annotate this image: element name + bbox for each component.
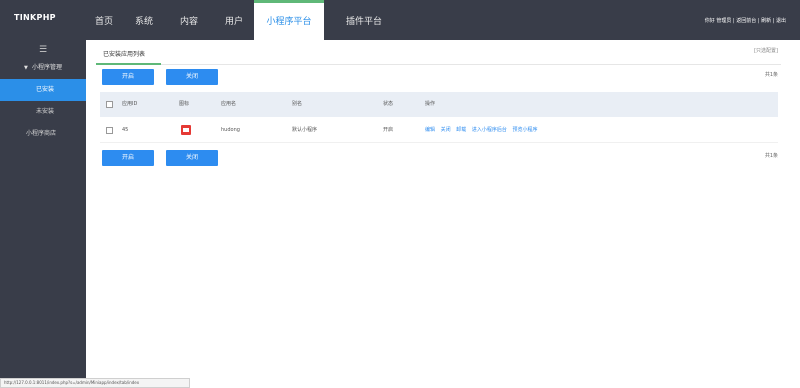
- enable-button[interactable]: 开启: [102, 69, 154, 85]
- tab-divider: [96, 64, 781, 65]
- back-to-frontend-link[interactable]: 返回前台: [736, 18, 756, 24]
- row-alias: 默认小程序: [292, 127, 318, 133]
- row-app-name: hudong: [221, 127, 240, 133]
- sidebar-group-miniapp-manage[interactable]: ▼ 小程序管理: [0, 57, 86, 79]
- nav-item-users[interactable]: 用户: [214, 0, 254, 40]
- filter-link[interactable]: [只选配置]: [754, 47, 778, 54]
- row-actions: 编辑 关闭 卸载 进入小程序后台 预览小程序: [425, 118, 541, 143]
- col-alias: 别名: [292, 101, 303, 107]
- caret-down-icon: ▼: [24, 65, 28, 71]
- row-app-id: 45: [122, 127, 129, 133]
- tab-active-underline: [96, 63, 161, 65]
- total-count-bottom: 共1条: [764, 153, 778, 159]
- close-link[interactable]: 关闭: [441, 127, 451, 133]
- edit-link[interactable]: 编辑: [425, 127, 435, 133]
- col-actions: 操作: [425, 101, 436, 107]
- refresh-link[interactable]: 刷新: [761, 18, 771, 24]
- table-header: 应用ID 图标 应用名 别名 状态 操作: [100, 92, 778, 117]
- uninstall-link[interactable]: 卸载: [456, 127, 466, 133]
- app-logo: TINKPHP: [14, 13, 56, 22]
- nav-item-home[interactable]: 首页: [84, 0, 124, 40]
- top-navbar: TINKPHP 首页 系统 内容 用户 小程序平台 插件平台 你好 管理员 | …: [0, 0, 800, 40]
- app-icon: [181, 125, 191, 135]
- nav-item-system[interactable]: 系统: [124, 0, 164, 40]
- main-content: 已安装应用列表 [只选配置] 开启 关闭 共1条 应用ID 图标 应用名 别名 …: [86, 40, 800, 388]
- table-row: 45 hudong 默认小程序 开启 编辑 关闭 卸载 进入小程序后台 预览小程…: [100, 118, 778, 143]
- menu-icon[interactable]: ☰: [0, 43, 86, 57]
- sidebar-item-store[interactable]: 小程序商店: [0, 123, 86, 145]
- browser-status-url: http://127.0.0.1:8011/index.php?s=/admin…: [0, 378, 190, 388]
- row-checkbox[interactable]: [106, 127, 113, 134]
- select-all-checkbox[interactable]: [106, 101, 113, 108]
- user-links: 你好 管理员 | 返回前台 | 刷新 | 退出: [704, 18, 786, 24]
- enable-button-bottom[interactable]: 开启: [102, 150, 154, 166]
- nav-item-miniapp-platform[interactable]: 小程序平台: [254, 0, 324, 40]
- disable-button[interactable]: 关闭: [166, 69, 218, 85]
- preview-link[interactable]: 预览小程序: [512, 127, 537, 133]
- col-app-name: 应用名: [221, 101, 237, 107]
- col-icon: 图标: [179, 101, 190, 107]
- disable-button-bottom[interactable]: 关闭: [166, 150, 218, 166]
- sidebar: ☰ ▼ 小程序管理 已安装 未安装 小程序商店: [0, 40, 86, 388]
- enter-backend-link[interactable]: 进入小程序后台: [472, 127, 507, 133]
- main-nav: 首页 系统 内容 用户 小程序平台 插件平台: [84, 0, 404, 40]
- col-app-id: 应用ID: [122, 101, 138, 107]
- row-status: 开启: [383, 127, 394, 133]
- sidebar-item-installed[interactable]: 已安装: [0, 79, 86, 101]
- tab-installed-apps[interactable]: 已安装应用列表: [103, 49, 145, 64]
- logout-link[interactable]: 退出: [776, 18, 786, 24]
- user-greeting[interactable]: 你好 管理员: [705, 18, 732, 24]
- col-status: 状态: [383, 101, 394, 107]
- nav-item-plugin-platform[interactable]: 插件平台: [324, 0, 404, 40]
- sidebar-item-not-installed[interactable]: 未安装: [0, 101, 86, 123]
- nav-item-content[interactable]: 内容: [164, 0, 214, 40]
- total-count: 共1条: [764, 72, 778, 78]
